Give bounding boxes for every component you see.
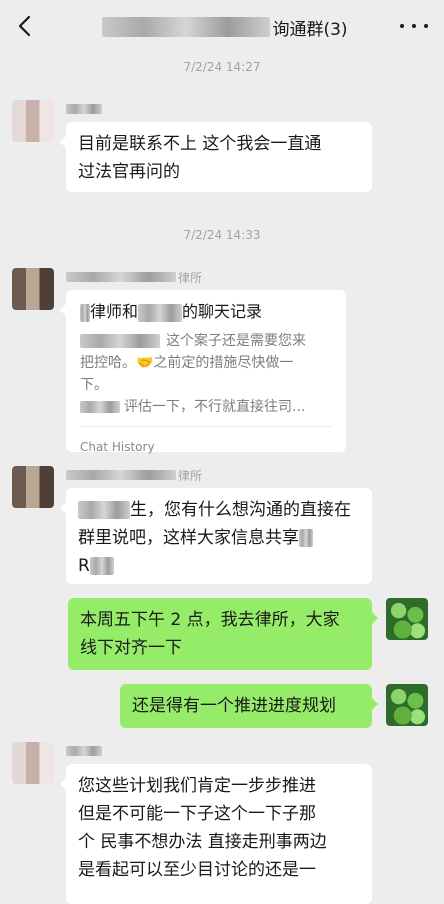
- chevron-left-icon: [18, 15, 31, 37]
- self-avatar[interactable]: [386, 684, 428, 726]
- message-bubble[interactable]: 您这些计划我们肯定一步步推进 但是不可能一下子这个一下子那 个 民事不想办法 直…: [60, 764, 372, 904]
- sender-name: [66, 102, 102, 116]
- chat-history-card[interactable]: 律师和 的聊天记录 这个案子还是需要您来 把控哈。🤝之前定的措施尽快做一 下。 评…: [60, 290, 346, 454]
- redacted-sender: [66, 746, 102, 756]
- avatar[interactable]: [12, 100, 54, 142]
- avatar[interactable]: [12, 466, 54, 508]
- avatar[interactable]: [12, 742, 54, 784]
- message-bubble[interactable]: 生，您有什么想沟通的直接在 群里说吧，这样大家信息共享 R: [60, 488, 372, 584]
- more-dots-icon: [400, 24, 404, 28]
- redacted-sender: [66, 104, 102, 114]
- timestamp: 7/2/24 14:33: [183, 228, 261, 242]
- message-text: 目前是联系不上 这个我会一直通: [78, 134, 322, 154]
- redacted-sender: [66, 470, 176, 480]
- message-bubble-self[interactable]: 本周五下午 2 点，我去律所，大家 线下对齐一下: [68, 598, 378, 670]
- sender-name: 律所: [66, 468, 202, 483]
- handshake-emoji: 🤝: [136, 355, 154, 371]
- chat-title: 询通群(3): [100, 12, 350, 42]
- sender-name: [66, 744, 102, 758]
- message-bubble[interactable]: 目前是联系不上 这个我会一直通 过法官再问的: [60, 122, 372, 192]
- card-footer: Chat History: [80, 426, 332, 461]
- card-title: 律师和 的聊天记录: [80, 300, 332, 324]
- chat-header: 询通群(3): [0, 0, 444, 52]
- message-bubble-self[interactable]: 还是得有一个推进进度规划: [120, 684, 378, 728]
- sender-name: 律所: [66, 270, 202, 285]
- message-text: 过法官再问的: [78, 162, 180, 182]
- timestamp: 7/2/24 14:27: [183, 60, 261, 74]
- redacted-sender: [66, 272, 176, 282]
- redacted-group-name: [102, 17, 271, 37]
- chat-title-suffix: 询通群(3): [272, 19, 348, 40]
- more-button[interactable]: [400, 14, 428, 38]
- back-button[interactable]: [12, 12, 40, 40]
- card-preview: 这个案子还是需要您来 把控哈。🤝之前定的措施尽快做一 下。 评估一下，不行就直接…: [80, 333, 306, 415]
- avatar[interactable]: [12, 268, 54, 310]
- self-avatar[interactable]: [386, 598, 428, 640]
